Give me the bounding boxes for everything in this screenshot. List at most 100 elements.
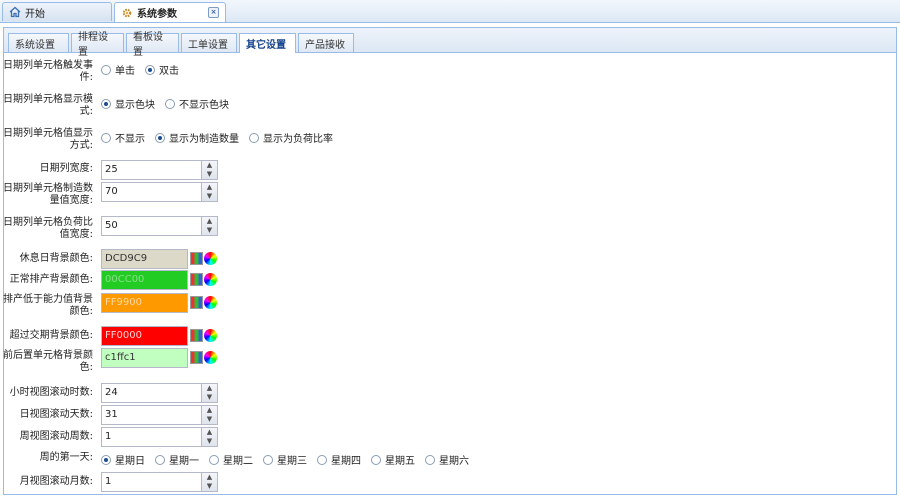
spinner-buttons[interactable]: ▲ ▼: [201, 384, 217, 402]
color-wheel-icon[interactable]: [204, 329, 217, 342]
cell_display-label: 日期列单元格显示模式:: [3, 94, 93, 117]
tab-board-settings[interactable]: 看板设置: [126, 32, 179, 58]
load_ratio_width-number-field[interactable]: 50 ▲ ▼: [101, 216, 218, 236]
cell_value-option[interactable]: 显示为负荷比率: [249, 130, 333, 145]
spinner-buttons[interactable]: ▲ ▼: [201, 183, 217, 201]
overdue_color-value[interactable]: FF0000: [105, 330, 142, 342]
low_capacity_color-color-field[interactable]: FF9900: [101, 293, 188, 313]
tab-product-receive[interactable]: 产品接收: [298, 33, 354, 52]
spin-up-icon[interactable]: ▲: [202, 406, 217, 415]
settings-sub-tabs: 系统设置 排程设置 看板设置 工单设置 其它设置 产品接收: [4, 28, 896, 58]
week_view_weeks-number-field[interactable]: 1 ▲ ▼: [101, 427, 218, 447]
week_start-option[interactable]: 星期五: [371, 452, 415, 467]
color-palette-icon[interactable]: [190, 296, 203, 309]
tab-work-order-settings[interactable]: 工单设置: [181, 33, 237, 52]
spinner-buttons[interactable]: ▲ ▼: [201, 473, 217, 491]
spinner-buttons[interactable]: ▲ ▼: [201, 406, 217, 424]
cell_event-label: 日期列单元格触发事件:: [3, 60, 93, 83]
spin-up-icon[interactable]: ▲: [202, 428, 217, 437]
mfg_qty_width-value[interactable]: 70: [105, 186, 118, 198]
spin-up-icon[interactable]: ▲: [202, 183, 217, 192]
spin-down-icon[interactable]: ▼: [202, 192, 217, 201]
radio-button[interactable]: [317, 454, 327, 465]
overdue_color-color-field[interactable]: FF0000: [101, 326, 188, 346]
day_view_days-label: 日视图滚动天数:: [19, 409, 93, 420]
spinner-buttons[interactable]: ▲ ▼: [201, 428, 217, 446]
radio-button[interactable]: [155, 132, 165, 143]
week_view_weeks-value[interactable]: 1: [105, 431, 111, 443]
radio-button[interactable]: [145, 64, 155, 75]
radio-option-label: 星期二: [223, 456, 253, 467]
mfg_qty_width-number-field[interactable]: 70 ▲ ▼: [101, 182, 218, 202]
prev_cell_color-value[interactable]: c1ffc1: [105, 352, 136, 364]
radio-button[interactable]: [263, 454, 273, 465]
week_start-option[interactable]: 星期四: [317, 452, 361, 467]
spinner-buttons[interactable]: ▲ ▼: [201, 161, 217, 179]
month_view_months-value[interactable]: 1: [105, 476, 111, 488]
tab-system-settings[interactable]: 系统设置: [8, 33, 69, 52]
day_view_days-number-field[interactable]: 31 ▲ ▼: [101, 405, 218, 425]
prev_cell_color-color-field[interactable]: c1ffc1: [101, 348, 188, 368]
week_start-option[interactable]: 星期一: [155, 452, 199, 467]
radio-button[interactable]: [165, 98, 175, 109]
low_capacity_color-value[interactable]: FF9900: [105, 297, 142, 309]
hour_view_hours-number-field[interactable]: 24 ▲ ▼: [101, 383, 218, 403]
tab-close-icon[interactable]: ×: [208, 7, 219, 18]
radio-option-label: 显示为制造数量: [169, 134, 239, 145]
month_view_months-number-field[interactable]: 1 ▲ ▼: [101, 472, 218, 492]
radio-button[interactable]: [425, 454, 435, 465]
spin-down-icon[interactable]: ▼: [202, 482, 217, 491]
cell_display-option[interactable]: 不显示色块: [165, 96, 229, 111]
spin-up-icon[interactable]: ▲: [202, 384, 217, 393]
cell_value-option[interactable]: 不显示: [101, 130, 145, 145]
spin-up-icon[interactable]: ▲: [202, 473, 217, 482]
color-palette-icon[interactable]: [190, 351, 203, 364]
spin-down-icon[interactable]: ▼: [202, 170, 217, 179]
rest_day_color-color-field[interactable]: DCD9C9: [101, 249, 188, 269]
radio-button[interactable]: [101, 132, 111, 143]
spin-up-icon[interactable]: ▲: [202, 217, 217, 226]
normal_color-value[interactable]: 00CC00: [105, 274, 144, 286]
date_col_width-value[interactable]: 25: [105, 164, 118, 176]
color-wheel-icon[interactable]: [204, 351, 217, 364]
tab-system-params[interactable]: 系统参数 ×: [114, 2, 226, 22]
day_view_days-value[interactable]: 31: [105, 409, 118, 421]
radio-button[interactable]: [209, 454, 219, 465]
spinner-buttons[interactable]: ▲ ▼: [201, 217, 217, 235]
rest_day_color-value[interactable]: DCD9C9: [105, 253, 147, 265]
color-wheel-icon[interactable]: [204, 296, 217, 309]
radio-button[interactable]: [249, 132, 259, 143]
radio-button[interactable]: [371, 454, 381, 465]
color-palette-icon[interactable]: [190, 252, 203, 265]
radio-button[interactable]: [101, 64, 111, 75]
color-wheel-icon[interactable]: [204, 273, 217, 286]
tab-start-label: 开始: [25, 8, 45, 20]
color-palette-icon[interactable]: [190, 273, 203, 286]
tab-scheduling-settings[interactable]: 排程设置: [71, 32, 124, 58]
load_ratio_width-value[interactable]: 50: [105, 220, 118, 232]
hour_view_hours-value[interactable]: 24: [105, 387, 118, 399]
color-palette-icon[interactable]: [190, 329, 203, 342]
week_start-option[interactable]: 星期三: [263, 452, 307, 467]
radio-option-label: 星期六: [439, 456, 469, 467]
tab-start[interactable]: 开始: [2, 2, 112, 21]
radio-button[interactable]: [101, 454, 111, 465]
date_col_width-number-field[interactable]: 25 ▲ ▼: [101, 160, 218, 180]
spin-up-icon[interactable]: ▲: [202, 161, 217, 170]
week_start-option[interactable]: 星期二: [209, 452, 253, 467]
cell_display-option[interactable]: 显示色块: [101, 96, 155, 111]
spin-down-icon[interactable]: ▼: [202, 226, 217, 235]
week_start-option[interactable]: 星期六: [425, 452, 469, 467]
cell_event-option[interactable]: 单击: [101, 62, 135, 77]
cell_value-option[interactable]: 显示为制造数量: [155, 130, 239, 145]
color-wheel-icon[interactable]: [204, 252, 217, 265]
spin-down-icon[interactable]: ▼: [202, 393, 217, 402]
radio-button[interactable]: [155, 454, 165, 465]
tab-other-settings[interactable]: 其它设置: [239, 33, 296, 53]
radio-button[interactable]: [101, 98, 111, 109]
normal_color-color-field[interactable]: 00CC00: [101, 270, 188, 290]
cell_event-option[interactable]: 双击: [145, 62, 179, 77]
spin-down-icon[interactable]: ▼: [202, 415, 217, 424]
spin-down-icon[interactable]: ▼: [202, 437, 217, 446]
week_start-option[interactable]: 星期日: [101, 452, 145, 467]
